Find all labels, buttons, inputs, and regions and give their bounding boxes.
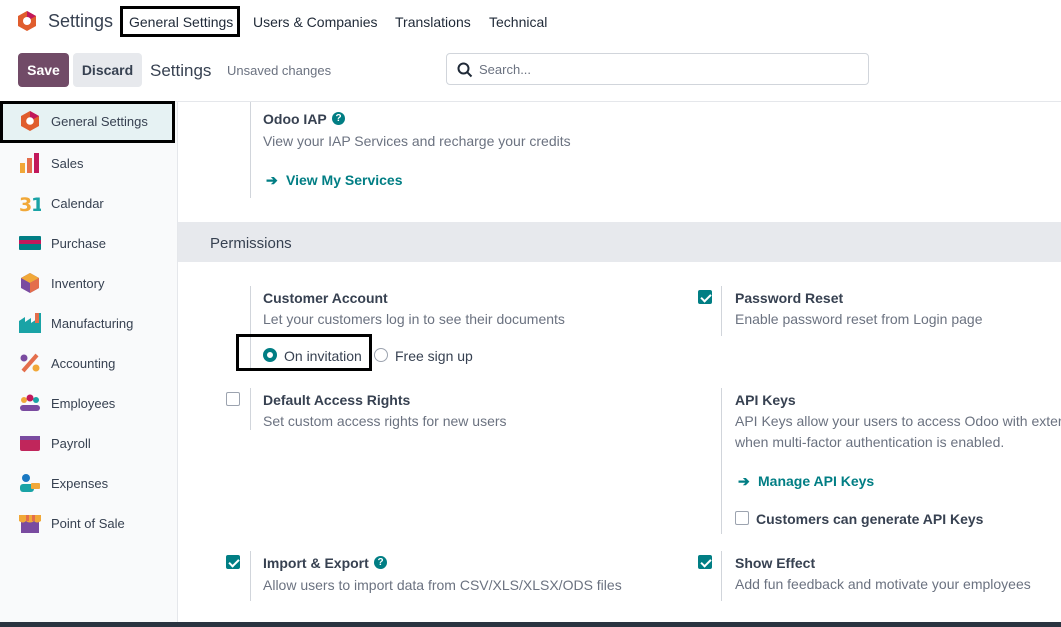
view-my-services-link[interactable]: View My Services	[286, 172, 402, 188]
nav-general-settings[interactable]: General Settings	[129, 14, 233, 30]
import-export-checkbox[interactable]	[226, 555, 240, 569]
help-icon[interactable]: ?	[374, 556, 387, 569]
radio-on-invitation[interactable]	[263, 348, 277, 362]
nav-users-companies[interactable]: Users & Companies	[253, 14, 378, 30]
api-keys-title: API Keys	[735, 392, 796, 408]
payroll-wallet-icon	[20, 436, 40, 451]
discard-button[interactable]: Discard	[73, 53, 142, 87]
purchase-card-icon	[19, 236, 41, 250]
radio-label-on-invitation[interactable]: On invitation	[284, 348, 362, 364]
nav-technical[interactable]: Technical	[489, 14, 547, 30]
sales-chart-icon	[20, 153, 39, 173]
password-reset-checkbox[interactable]	[698, 290, 712, 304]
nav-translations[interactable]: Translations	[395, 14, 471, 30]
odoo-logo-icon[interactable]	[16, 10, 38, 32]
setting-divider	[721, 286, 722, 336]
search-icon	[457, 62, 473, 78]
sidebar-item-employees[interactable]: Employees	[0, 383, 177, 423]
arrow-right-icon: ➔	[738, 473, 750, 489]
sidebar-item-label: Calendar	[51, 196, 104, 211]
permissions-heading: Permissions	[210, 235, 292, 252]
customers-api-keys-checkbox[interactable]	[735, 511, 749, 525]
sidebar-item-manufacturing[interactable]: Manufacturing	[0, 303, 177, 343]
customer-account-title: Customer Account	[263, 290, 388, 306]
setting-divider	[250, 388, 251, 430]
radio-free-sign-up[interactable]	[374, 348, 388, 362]
manage-api-keys-link[interactable]: Manage API Keys	[758, 473, 874, 489]
default-access-rights-title: Default Access Rights	[263, 392, 411, 408]
sidebar-item-inventory[interactable]: Inventory	[0, 263, 177, 303]
setting-divider	[721, 388, 722, 534]
api-keys-desc-line1: API Keys allow your users to access Odoo…	[735, 413, 1061, 429]
sidebar-item-label: Manufacturing	[51, 316, 134, 331]
odoo-logo-icon	[21, 111, 39, 131]
arrow-right-icon: ➔	[266, 172, 278, 188]
bottom-taskbar-edge	[0, 622, 1061, 627]
default-access-rights-desc: Set custom access rights for new users	[263, 413, 507, 429]
help-icon[interactable]: ?	[332, 112, 345, 125]
permissions-section-header: Permissions	[178, 222, 1061, 262]
import-export-desc: Allow users to import data from CSV/XLS/…	[263, 577, 622, 593]
setting-divider	[250, 102, 251, 198]
sidebar-item-calendar[interactable]: 3 1 Calendar	[0, 183, 177, 223]
save-button[interactable]: Save	[18, 53, 69, 87]
customers-api-keys-label[interactable]: Customers can generate API Keys	[756, 511, 983, 527]
sidebar-item-label: Payroll	[51, 436, 91, 451]
sidebar-item-point-of-sale[interactable]: Point of Sale	[0, 503, 177, 543]
sidebar-item-label: Sales	[51, 156, 84, 171]
sidebar-item-label: Purchase	[51, 236, 106, 251]
customer-account-desc: Let your customers log in to see their d…	[263, 311, 565, 327]
svg-text:1: 1	[31, 194, 41, 213]
pos-shop-icon	[19, 515, 41, 533]
setting-divider	[250, 551, 251, 601]
unsaved-changes-indicator: Unsaved changes	[227, 63, 332, 78]
show-effect-checkbox[interactable]	[698, 555, 712, 569]
accounting-percent-icon	[20, 353, 40, 373]
sidebar-item-sales[interactable]: Sales	[0, 143, 177, 183]
iap-desc: View your IAP Services and recharge your…	[263, 133, 571, 149]
search-input[interactable]	[479, 54, 859, 84]
sidebar-item-payroll[interactable]: Payroll	[0, 423, 177, 463]
calendar-31-icon: 3 1	[19, 194, 41, 213]
sidebar-item-label: Inventory	[51, 276, 105, 291]
breadcrumb-title: Settings	[150, 61, 212, 80]
sidebar-item-accounting[interactable]: Accounting	[0, 343, 177, 383]
sidebar-item-label: Expenses	[51, 476, 109, 491]
sidebar-item-general-settings[interactable]: General Settings	[0, 101, 175, 143]
inventory-box-icon	[21, 273, 39, 293]
api-keys-desc-line2: when multi-factor authentication is enab…	[735, 434, 1005, 450]
default-access-rights-checkbox[interactable]	[226, 392, 240, 406]
show-effect-desc: Add fun feedback and motivate your emplo…	[735, 576, 1031, 592]
setting-divider	[721, 551, 722, 601]
employees-people-icon	[20, 394, 40, 411]
radio-label-free-sign-up[interactable]: Free sign up	[395, 348, 473, 364]
app-name[interactable]: Settings	[48, 11, 113, 32]
sidebar-item-label: Employees	[51, 396, 116, 411]
manufacturing-factory-icon	[19, 313, 41, 333]
top-navbar: Settings General Settings Users & Compan…	[0, 0, 1061, 44]
settings-sidebar: General Settings Sales 3 1 Calendar Purc…	[0, 101, 178, 627]
sidebar-item-label: Point of Sale	[51, 516, 125, 531]
password-reset-desc: Enable password reset from Login page	[735, 311, 983, 327]
search-bar[interactable]	[446, 53, 869, 85]
iap-title: Odoo IAP	[263, 111, 327, 127]
password-reset-title: Password Reset	[735, 290, 844, 306]
expenses-person-icon	[20, 474, 40, 492]
sidebar-item-label: Accounting	[51, 356, 116, 371]
settings-content: Odoo IAP ? View your IAP Services and re…	[178, 102, 1061, 627]
show-effect-title: Show Effect	[735, 555, 816, 571]
import-export-title: Import & Export	[263, 555, 369, 571]
sidebar-item-expenses[interactable]: Expenses	[0, 463, 177, 503]
sidebar-item-label: General Settings	[51, 114, 148, 129]
sidebar-item-purchase[interactable]: Purchase	[0, 223, 177, 263]
